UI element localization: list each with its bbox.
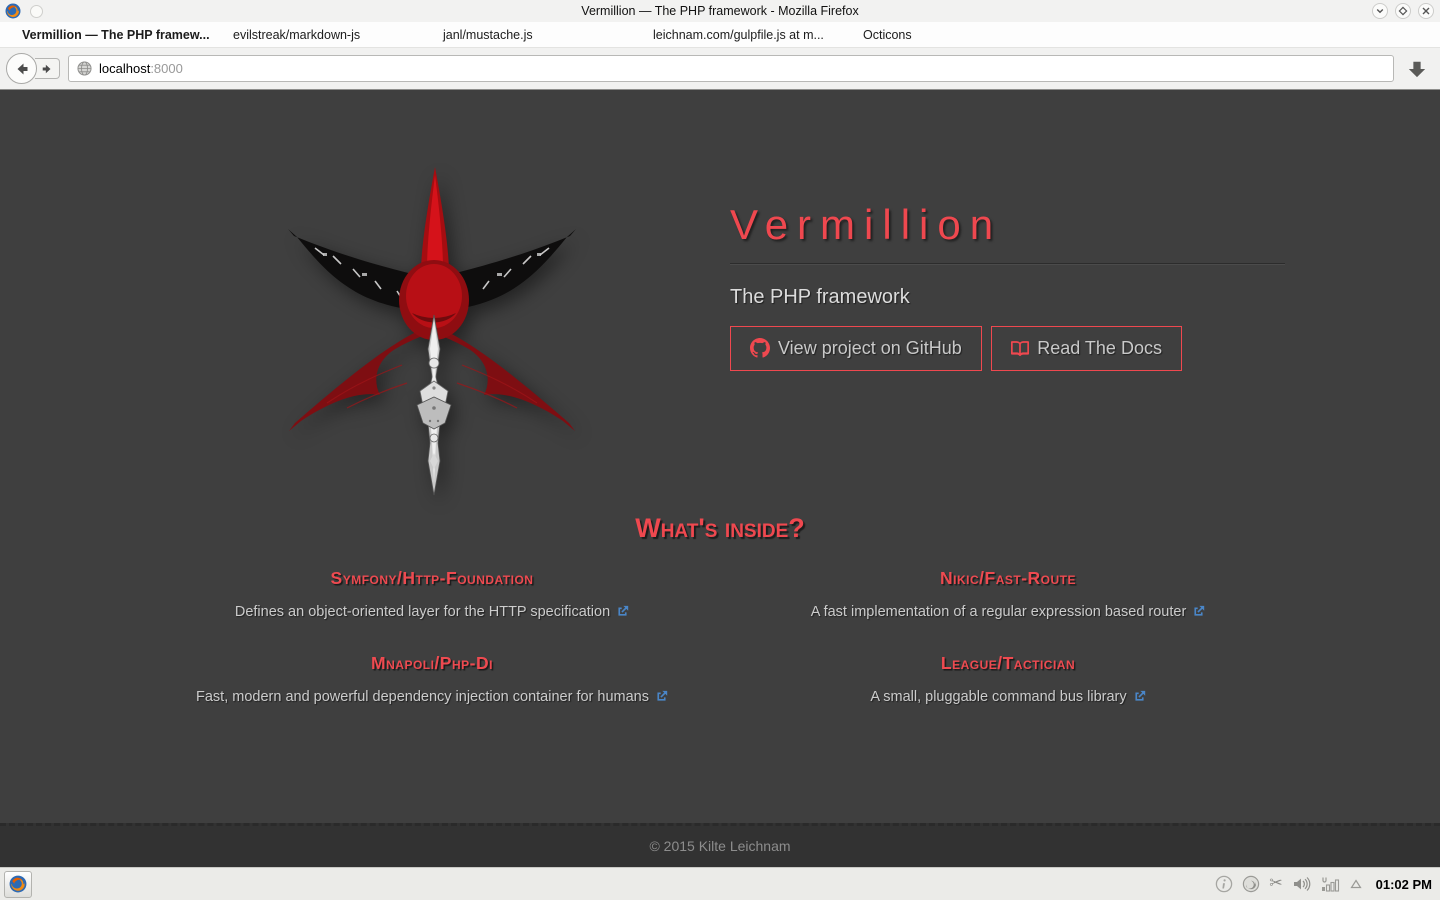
package-description: Fast, modern and powerful dependency inj… [144,689,720,705]
network-signal-icon[interactable] [1320,875,1340,893]
tab-vermillion[interactable]: Vermillion — The PHP framew... [22,28,210,42]
download-button[interactable] [1400,54,1434,84]
packages-row-1: Symfony/Http-Foundation Defines an objec… [144,568,1296,620]
package-description: A fast implementation of a regular expre… [720,604,1296,620]
minimize-icon[interactable] [1372,3,1388,19]
hero-logo-column [144,153,720,498]
globe-icon [77,61,92,76]
taskbar-clock: 01:02 PM [1375,876,1432,892]
hero-section: Vermillion The PHP framework View projec… [144,153,1296,498]
forward-arrow-icon [42,64,51,73]
package-name: Mnapoli/Php-Di [371,653,493,673]
page-footer: © 2015 Kilte Leichnam [0,823,1440,867]
url-bar[interactable]: localhost:8000 [68,55,1394,82]
tab-markdown-js[interactable]: evilstreak/markdown-js [233,28,360,42]
hero-text-column: Vermillion The PHP framework View projec… [720,153,1296,498]
github-octocat-icon [750,338,770,358]
package-symfony-http-foundation: Symfony/Http-Foundation Defines an objec… [144,568,720,620]
copyright-text: © 2015 Kilte Leichnam [649,838,791,854]
view-github-button[interactable]: View project on GitHub [730,326,982,371]
close-icon[interactable] [1418,3,1434,19]
forward-button[interactable] [35,58,60,79]
firefox-icon [9,875,27,893]
taskbar: ✂ 01:02 PM [0,867,1440,900]
volume-icon[interactable] [1292,875,1311,893]
hero-buttons: View project on GitHub Read The Docs [730,326,1296,371]
external-link-icon[interactable] [1133,690,1146,703]
external-link-icon[interactable] [1192,605,1205,618]
book-icon [1011,341,1030,357]
taskbar-firefox-button[interactable] [4,870,32,898]
navigation-toolbar: localhost:8000 [0,48,1440,90]
page-title: Vermillion [730,201,1003,248]
url-text: localhost:8000 [99,61,183,76]
page-subtitle: The PHP framework [730,286,910,308]
back-arrow-icon [17,63,27,74]
tab-octicons[interactable]: Octicons [863,28,912,42]
back-button[interactable] [6,53,37,84]
info-icon[interactable] [1215,875,1233,893]
window-controls [1372,3,1434,19]
tab-bar: Vermillion — The PHP framew... evilstrea… [0,22,1440,48]
clipboard-scissors-icon[interactable]: ✂ [1269,876,1282,892]
package-description: A small, pluggable command bus library [720,689,1296,705]
package-name: Symfony/Http-Foundation [330,568,534,588]
external-link-icon[interactable] [616,605,629,618]
firefox-tray-icon[interactable] [1242,875,1260,893]
package-nikic-fast-route: Nikic/Fast-Route A fast implementation o… [720,568,1296,620]
page-content: Vermillion The PHP framework View projec… [0,90,1440,867]
package-name: League/Tactician [940,653,1076,673]
tab-mustache-js[interactable]: janl/mustache.js [443,28,533,42]
package-league-tactician: League/Tactician A small, pluggable comm… [720,653,1296,705]
maximize-icon[interactable] [1395,3,1411,19]
tray-expander-icon[interactable] [1349,877,1363,891]
system-tray: ✂ 01:02 PM [1215,875,1432,893]
package-description: Defines an object-oriented layer for the… [144,604,720,620]
package-name: Nikic/Fast-Route [940,568,1076,588]
tab-gulpfile[interactable]: leichnam.com/gulpfile.js at m... [653,28,824,42]
packages-grid: Symfony/Http-Foundation Defines an objec… [144,568,1296,738]
packages-row-2: Mnapoli/Php-Di Fast, modern and powerful… [144,653,1296,705]
vermillion-dragon-logo [288,167,576,496]
section-heading: What's inside? [635,513,805,543]
title-divider [730,263,1285,265]
window-titlebar: Vermillion — The PHP framework - Mozilla… [0,0,1440,22]
window-title: Vermillion — The PHP framework - Mozilla… [581,4,859,18]
read-docs-button[interactable]: Read The Docs [991,326,1182,371]
external-link-icon[interactable] [655,690,668,703]
package-mnapoli-php-di: Mnapoli/Php-Di Fast, modern and powerful… [144,653,720,705]
download-arrow-icon [1408,61,1426,77]
